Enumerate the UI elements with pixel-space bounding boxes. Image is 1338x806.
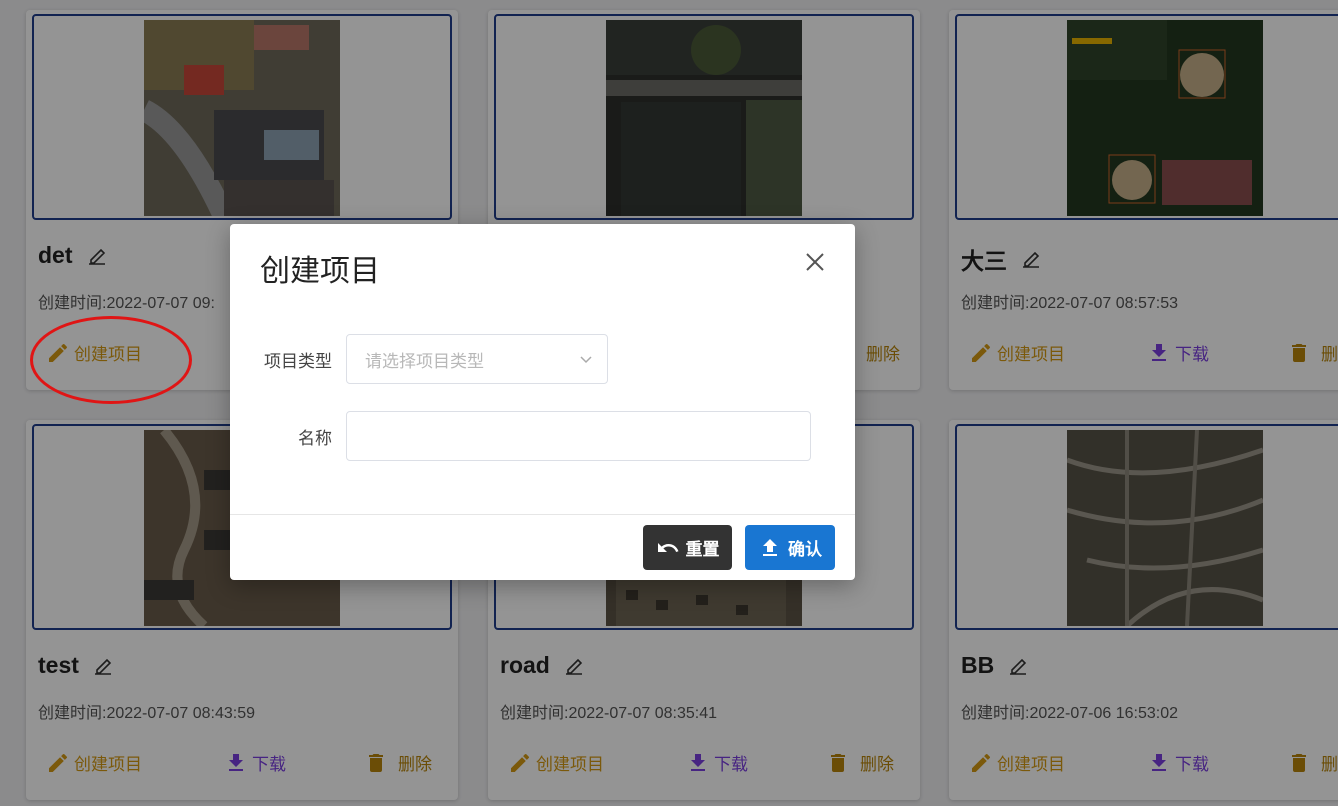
name-row: 名称: [230, 411, 855, 461]
project-type-placeholder: 请选择项目类型: [365, 351, 484, 371]
name-input[interactable]: [346, 411, 811, 461]
create-project-dialog: 创建项目 项目类型 请选择项目类型 名称 重置 确认: [230, 224, 855, 580]
undo-icon: [657, 542, 678, 552]
highlight-annotation: [30, 316, 192, 404]
dialog-divider: [230, 514, 855, 515]
dialog-title: 创建项目: [260, 255, 380, 288]
close-icon[interactable]: [805, 252, 825, 272]
project-type-label: 项目类型: [264, 351, 332, 371]
upload-icon: [763, 538, 777, 556]
reset-button[interactable]: 重置: [643, 525, 732, 570]
chevron-down-icon: [580, 356, 592, 364]
project-type-select[interactable]: 请选择项目类型: [346, 334, 608, 384]
project-type-row: 项目类型 请选择项目类型: [230, 334, 855, 384]
name-label: 名称: [298, 428, 332, 448]
confirm-button[interactable]: 确认: [745, 525, 835, 570]
